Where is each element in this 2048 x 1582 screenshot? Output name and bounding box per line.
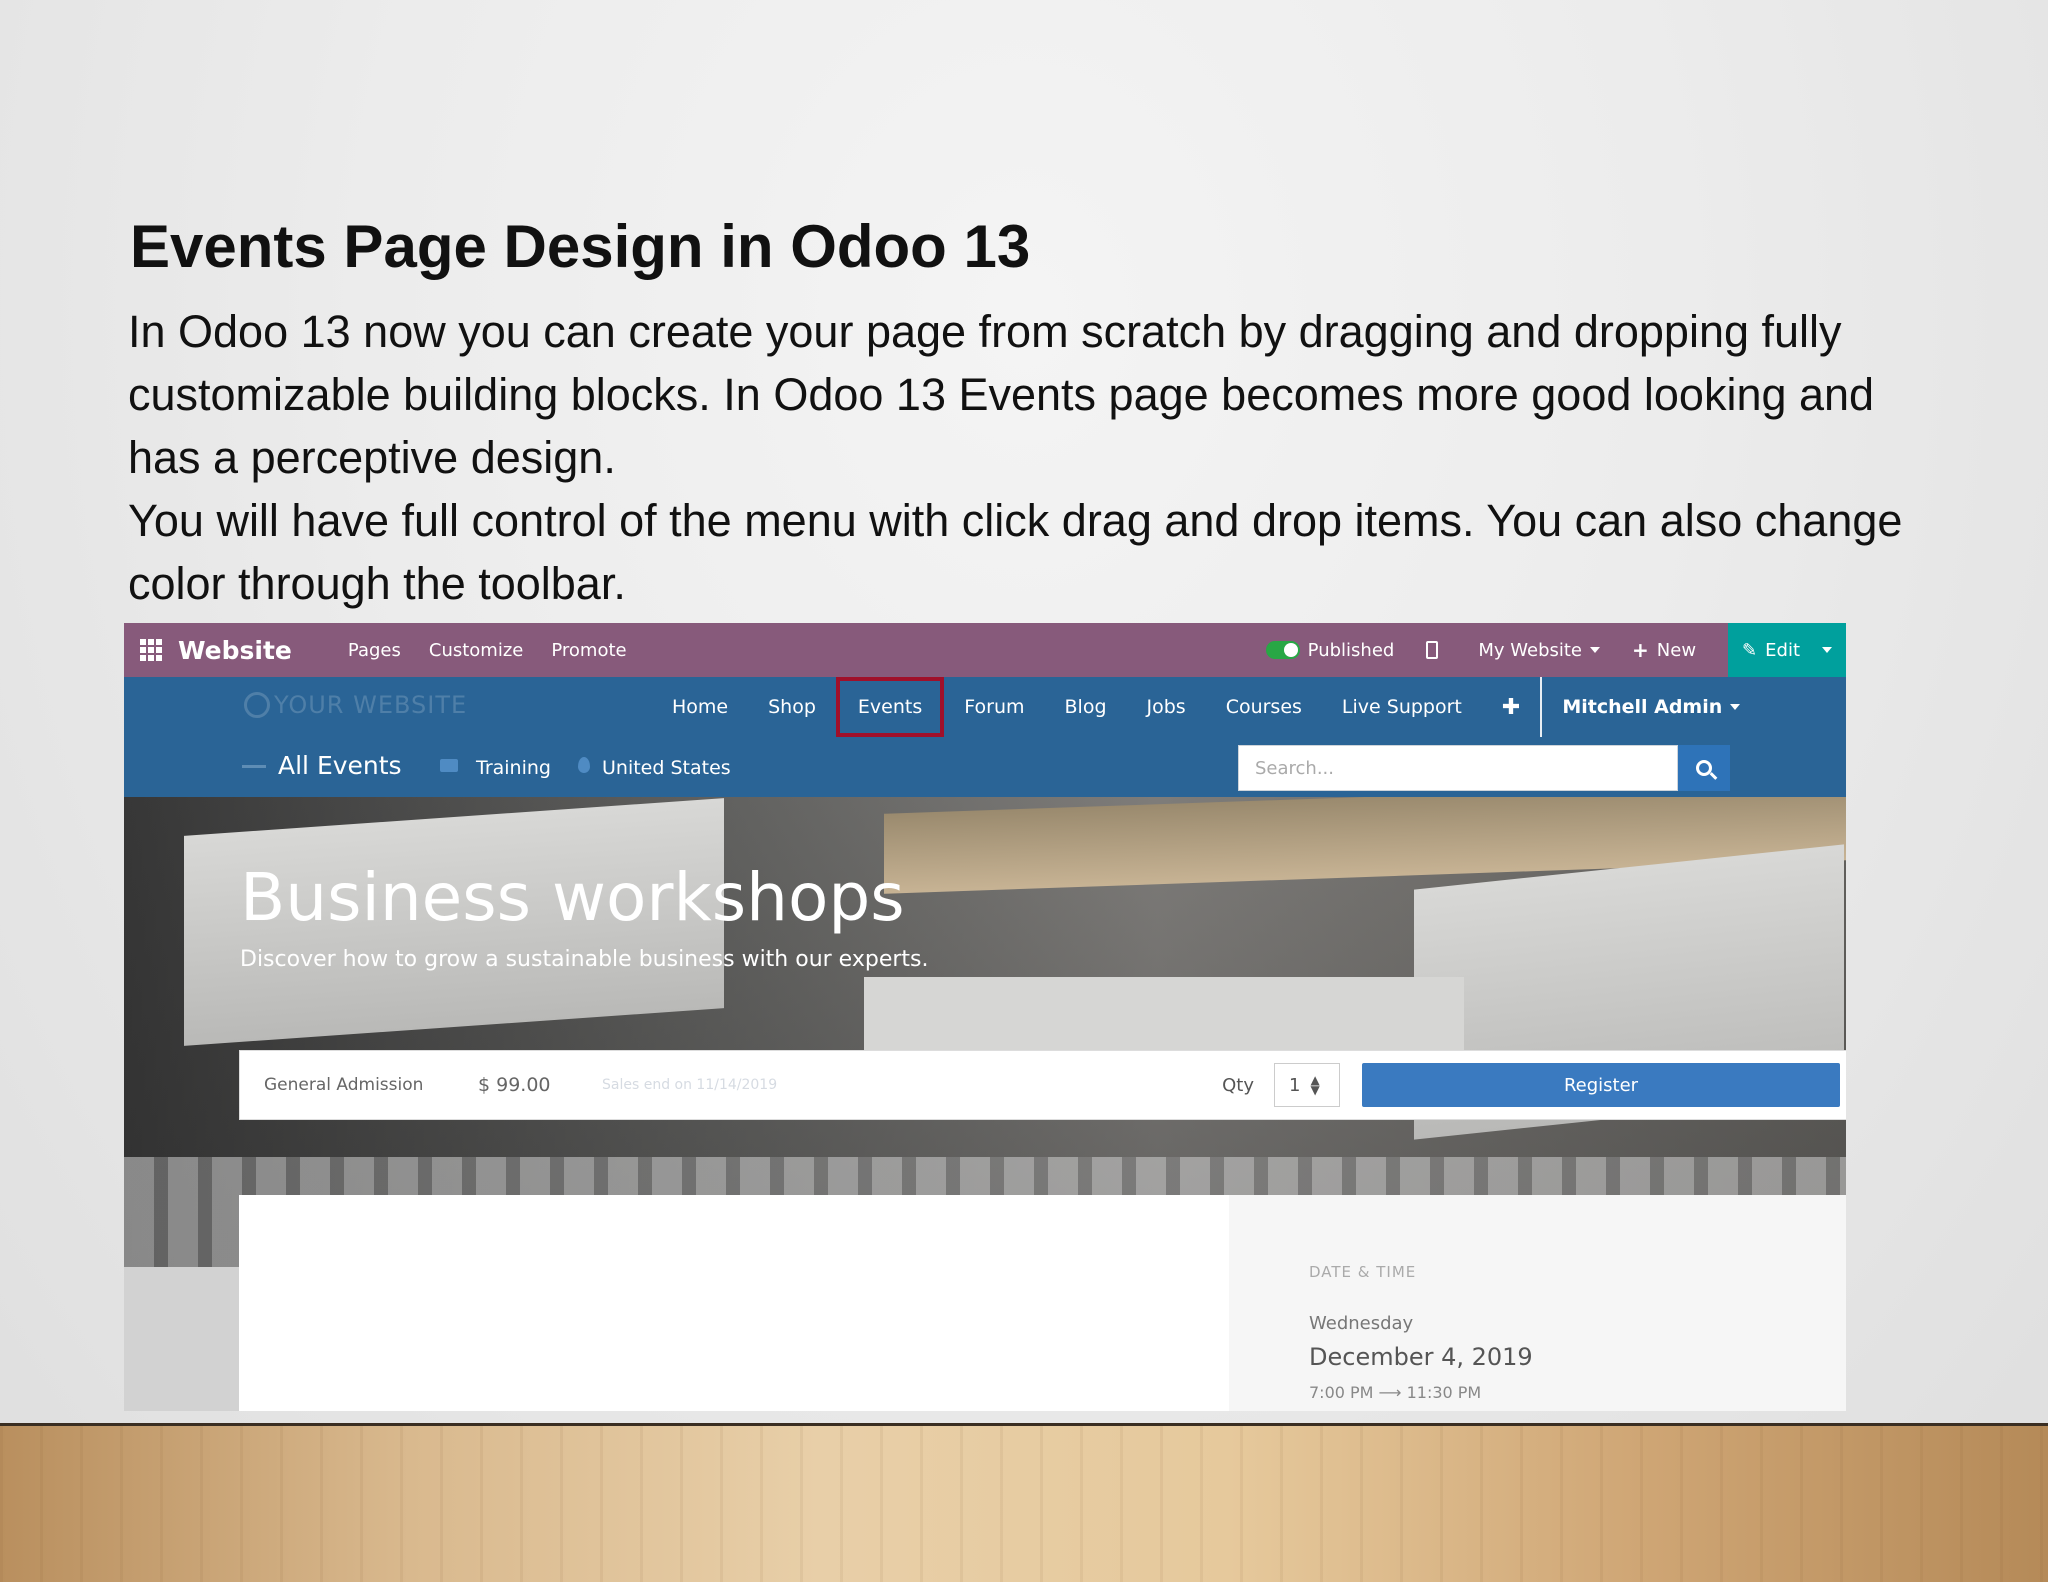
wood-grain xyxy=(0,1426,2048,1582)
edit-dropdown-caret-icon[interactable] xyxy=(1822,647,1832,653)
back-dash-icon xyxy=(242,765,266,768)
my-website-dropdown[interactable]: My Website xyxy=(1478,639,1601,661)
nav-forum[interactable]: Forum xyxy=(944,677,1044,737)
mobile-preview-icon[interactable] xyxy=(1426,641,1439,659)
pencil-icon: ✎ xyxy=(1742,639,1758,661)
logo-text: YOUR WEBSITE xyxy=(274,691,468,719)
country-filter[interactable]: United States xyxy=(602,757,731,779)
search-input[interactable]: Search... xyxy=(1238,745,1678,791)
date-time-label: DATE & TIME xyxy=(1309,1263,1417,1281)
edit-button[interactable]: ✎ Edit xyxy=(1728,623,1846,677)
menu-pages[interactable]: Pages xyxy=(348,640,401,661)
event-title: Business workshops xyxy=(240,859,905,936)
all-events-link[interactable]: All Events xyxy=(278,751,402,780)
slide-title: Events Page Design in Odoo 13 xyxy=(130,213,1031,280)
odoo-top-bar: Website Pages Customize Promote Publishe… xyxy=(124,623,1846,677)
category-filter[interactable]: Training xyxy=(476,757,551,779)
nav-shop[interactable]: Shop xyxy=(748,677,836,737)
search-button[interactable] xyxy=(1678,745,1730,791)
edit-label: Edit xyxy=(1765,639,1800,661)
my-website-label: My Website xyxy=(1478,639,1583,661)
globe-icon xyxy=(244,692,270,718)
published-toggle[interactable]: Published xyxy=(1265,639,1395,661)
nav-courses[interactable]: Courses xyxy=(1206,677,1322,737)
website-logo[interactable]: YOUR WEBSITE xyxy=(244,691,467,719)
nav-blog[interactable]: Blog xyxy=(1045,677,1127,737)
ticket-name: General Admission xyxy=(264,1075,424,1095)
event-weekday: Wednesday xyxy=(1309,1313,1414,1334)
event-date: December 4, 2019 xyxy=(1309,1343,1533,1371)
ticket-row: General Admission $ 99.00 Sales end on 1… xyxy=(239,1050,1846,1120)
website-app-title: Website xyxy=(178,635,292,665)
nav-live-support[interactable]: Live Support xyxy=(1322,677,1482,737)
search-icon xyxy=(1696,760,1712,776)
location-pin-icon xyxy=(578,757,590,773)
plus-icon: + xyxy=(1632,638,1649,662)
select-arrows-icon: ▲ ▼ xyxy=(1310,1073,1320,1097)
caret-down-icon xyxy=(1730,704,1741,710)
folder-icon xyxy=(440,759,458,772)
slide-paragraph-1: In Odoo 13 now you can create your page … xyxy=(128,306,1875,483)
nav-home[interactable]: Home xyxy=(652,677,748,737)
event-sidebar: DATE & TIME Wednesday December 4, 2019 7… xyxy=(1229,1195,1846,1411)
ticket-price: $ 99.00 xyxy=(478,1074,551,1096)
published-label: Published xyxy=(1307,639,1395,661)
website-navbar: YOUR WEBSITE Home Shop Events Forum Blog… xyxy=(124,677,1846,737)
nav-links: Home Shop Events Forum Blog Jobs Courses… xyxy=(652,677,1760,737)
slide-body: In Odoo 13 now you can create your page … xyxy=(128,300,1948,615)
event-subtitle: Discover how to grow a sustainable busin… xyxy=(240,947,929,972)
wood-floor-decoration xyxy=(0,1423,2048,1582)
menu-promote[interactable]: Promote xyxy=(551,640,626,661)
caret-down-icon xyxy=(1590,647,1601,653)
user-name: Mitchell Admin xyxy=(1562,696,1723,718)
new-label: New xyxy=(1656,639,1697,661)
qty-label: Qty xyxy=(1222,1074,1254,1096)
odoo-website-screenshot: Website Pages Customize Promote Publishe… xyxy=(124,623,1846,1411)
menu-customize[interactable]: Customize xyxy=(429,640,523,661)
hero-projector-screen xyxy=(864,977,1464,1057)
register-button[interactable]: Register xyxy=(1362,1063,1840,1107)
qty-select[interactable]: 1 ▲ ▼ xyxy=(1274,1063,1340,1107)
add-menu-item-icon[interactable]: ✚ xyxy=(1482,695,1540,720)
event-time-range: 7:00 PM ⟶ 11:30 PM xyxy=(1309,1383,1482,1402)
event-description-panel xyxy=(239,1195,1229,1411)
slide-paragraph-2: You will have full control of the menu w… xyxy=(128,495,1903,609)
nav-jobs[interactable]: Jobs xyxy=(1127,677,1206,737)
apps-grid-icon[interactable] xyxy=(124,623,178,677)
qty-value: 1 xyxy=(1289,1074,1301,1096)
nav-events[interactable]: Events xyxy=(835,677,945,737)
toggle-icon xyxy=(1265,641,1300,659)
events-subbar: All Events Training United States Search… xyxy=(124,737,1846,797)
user-menu[interactable]: Mitchell Admin xyxy=(1542,696,1760,718)
ticket-sales-end: Sales end on 11/14/2019 xyxy=(602,1077,778,1093)
new-button[interactable]: + New xyxy=(1632,638,1696,662)
